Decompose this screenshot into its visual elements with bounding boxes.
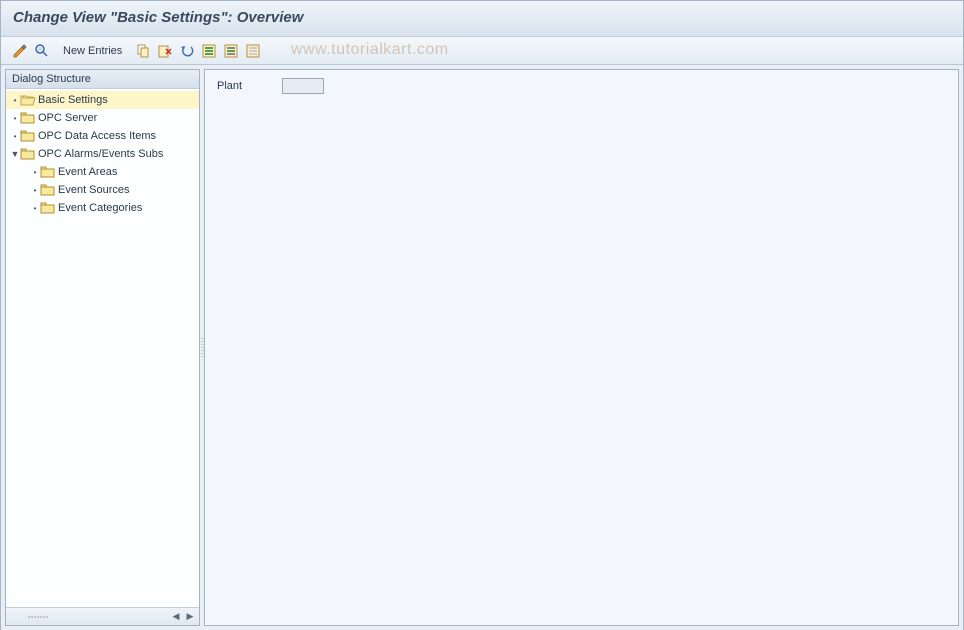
folder-closed-icon [40, 183, 56, 197]
folder-closed-icon [40, 165, 56, 179]
tree-node-label: OPC Server [38, 112, 97, 124]
select-all-icon[interactable] [200, 42, 218, 60]
bullet-icon: • [30, 186, 40, 195]
main-panel: Plant [204, 69, 959, 626]
bullet-icon: • [30, 204, 40, 213]
tree-node-event-categories[interactable]: • Event Categories [6, 199, 199, 217]
splitter-grip-icon [201, 338, 204, 358]
scroll-left-icon[interactable]: ◀ [169, 610, 183, 624]
tree-node-opc-server[interactable]: • OPC Server [6, 109, 199, 127]
collapse-icon[interactable]: ▼ [10, 149, 20, 159]
folder-open-icon [20, 93, 36, 107]
plant-input[interactable] [282, 78, 324, 94]
tree-node-label: Event Categories [58, 202, 142, 214]
tree-node-label: Basic Settings [38, 94, 108, 106]
bullet-icon: • [30, 168, 40, 177]
tree-node-event-areas[interactable]: • Event Areas [6, 163, 199, 181]
title-bar: Change View "Basic Settings": Overview [1, 1, 963, 37]
content-area: Dialog Structure • Basic Settings • OPC … [1, 65, 963, 630]
tree-node-basic-settings[interactable]: • Basic Settings [6, 91, 199, 109]
folder-closed-icon [20, 147, 36, 161]
tree-node-label: Event Areas [58, 166, 117, 178]
tree-node-opc-alarms[interactable]: ▼ OPC Alarms/Events Subs [6, 145, 199, 163]
delete-icon[interactable] [156, 42, 174, 60]
tree-node-opc-data-access[interactable]: • OPC Data Access Items [6, 127, 199, 145]
tree-node-label: OPC Alarms/Events Subs [38, 148, 163, 160]
sidebar-footer: ◀ ▶ [6, 607, 199, 625]
find-icon[interactable] [33, 42, 51, 60]
tree-node-label: Event Sources [58, 184, 130, 196]
undo-change-icon[interactable] [178, 42, 196, 60]
deselect-all-icon[interactable] [244, 42, 262, 60]
watermark-text: www.tutorialkart.com [291, 41, 449, 59]
tree: • Basic Settings • OPC Server • OPC Data… [6, 89, 199, 607]
folder-closed-icon [20, 111, 36, 125]
copy-as-icon[interactable] [134, 42, 152, 60]
page-title: Change View "Basic Settings": Overview [13, 9, 303, 26]
drag-handle-icon[interactable] [28, 613, 68, 621]
new-entries-button[interactable]: New Entries [57, 43, 128, 59]
tree-node-event-sources[interactable]: • Event Sources [6, 181, 199, 199]
bullet-icon: • [10, 114, 20, 123]
select-block-icon[interactable] [222, 42, 240, 60]
toolbar: New Entries www.tutorialkart.com [1, 37, 963, 65]
folder-closed-icon [40, 201, 56, 215]
dialog-structure-sidebar: Dialog Structure • Basic Settings • OPC … [5, 69, 200, 626]
sidebar-header: Dialog Structure [6, 70, 199, 89]
plant-row: Plant [217, 78, 946, 94]
toggle-display-change-icon[interactable] [11, 42, 29, 60]
folder-closed-icon [20, 129, 36, 143]
bullet-icon: • [10, 132, 20, 141]
tree-node-label: OPC Data Access Items [38, 130, 156, 142]
bullet-icon: • [10, 96, 20, 105]
scroll-right-icon[interactable]: ▶ [183, 610, 197, 624]
plant-label: Plant [217, 80, 242, 92]
